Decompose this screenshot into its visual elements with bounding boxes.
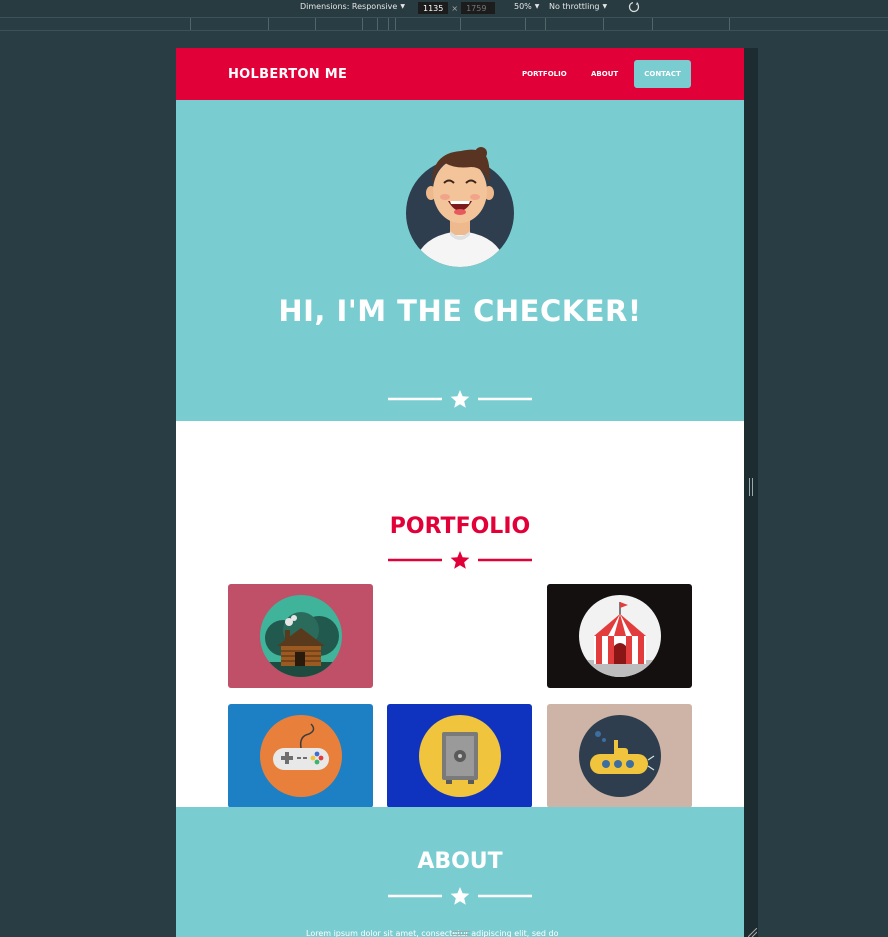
dimensions-label: Dimensions: Responsive <box>300 2 398 11</box>
portfolio-item-safe[interactable] <box>387 704 532 808</box>
nav-link-portfolio[interactable]: PORTFOLIO <box>522 70 567 78</box>
circus-tent-icon <box>578 595 661 677</box>
hero-section: HI, I'M THE CHECKER! <box>176 100 744 421</box>
star-icon <box>450 551 470 569</box>
media-query-ruler[interactable] <box>0 17 888 31</box>
throttling-dropdown[interactable]: No throttling ▼ <box>549 2 607 11</box>
about-text: Lorem ipsum dolor sit amet, consectetur … <box>306 929 559 937</box>
portfolio-item-circus[interactable] <box>547 584 692 688</box>
zoom-value: 50% <box>514 2 532 11</box>
about-section: ABOUT Lorem ipsum dolor sit amet, consec… <box>176 807 744 937</box>
about-title: ABOUT <box>417 849 503 874</box>
width-input[interactable]: 1135 <box>418 2 449 14</box>
rotate-button[interactable] <box>627 0 641 14</box>
resize-handle-right[interactable] <box>749 478 753 496</box>
device-viewport: HOLBERTON ME PORTFOLIO ABOUT CONTACT HI,… <box>176 48 744 937</box>
star-icon <box>450 390 470 408</box>
dimensions-dropdown[interactable]: Dimensions: Responsive ▼ <box>300 2 405 11</box>
chevron-down-icon: ▼ <box>602 3 608 10</box>
brand-logo[interactable]: HOLBERTON ME <box>228 67 347 82</box>
contact-button[interactable]: CONTACT <box>634 60 691 88</box>
chevron-down-icon: ▼ <box>400 3 405 10</box>
star-divider <box>388 390 532 408</box>
navbar: HOLBERTON ME PORTFOLIO ABOUT CONTACT <box>176 48 744 100</box>
portfolio-section: PORTFOLIO <box>176 421 744 808</box>
portfolio-title: PORTFOLIO <box>389 514 531 539</box>
star-icon <box>450 887 470 905</box>
resize-handle-bottom[interactable] <box>452 931 470 935</box>
game-controller-icon <box>259 715 342 797</box>
devtools-device-toolbar: Dimensions: Responsive ▼ 1135 × 1759 50%… <box>0 0 888 17</box>
portfolio-item-cabin[interactable] <box>228 584 373 688</box>
zoom-dropdown[interactable]: 50% ▼ <box>514 2 539 11</box>
star-divider <box>388 887 532 905</box>
rotate-icon <box>628 1 640 13</box>
portfolio-item-submarine[interactable] <box>547 704 692 808</box>
star-divider <box>388 551 532 569</box>
avatar <box>406 147 514 267</box>
times-icon: × <box>451 3 459 13</box>
throttling-value: No throttling <box>549 2 600 11</box>
height-input[interactable]: 1759 <box>461 2 496 14</box>
cabin-icon <box>259 595 342 677</box>
nav-link-about[interactable]: ABOUT <box>591 70 618 78</box>
safe-icon <box>418 715 501 797</box>
chevron-down-icon: ▼ <box>534 3 540 10</box>
portfolio-item-controller[interactable] <box>228 704 373 808</box>
submarine-icon <box>578 715 661 797</box>
hero-title: HI, I'M THE CHECKER! <box>278 294 642 328</box>
resize-corner-icon[interactable] <box>748 928 757 937</box>
